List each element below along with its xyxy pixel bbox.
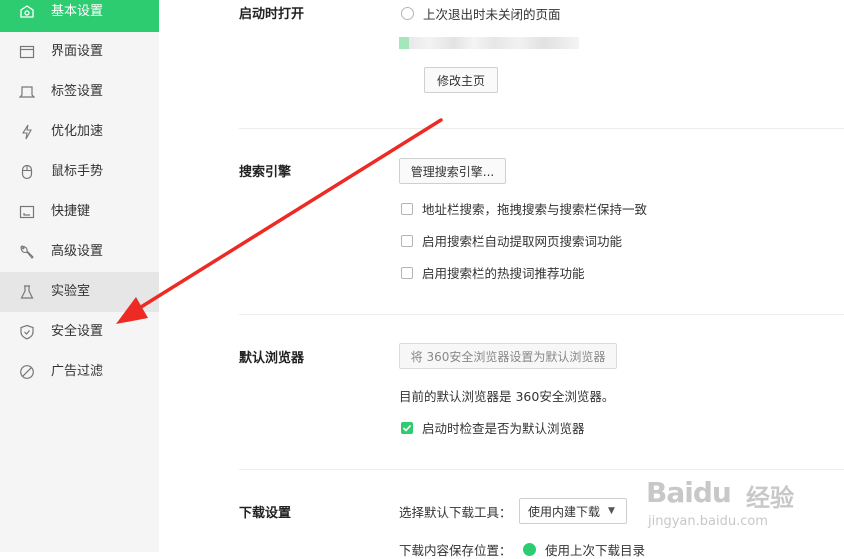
lightning-icon xyxy=(22,124,32,140)
sidebar-item-shortcuts[interactable]: 快捷键 xyxy=(0,192,159,232)
check-default-on-start-checkbox[interactable]: 启动时检查是否为默认浏览器 xyxy=(401,418,585,437)
section-title-startup: 启动时打开 xyxy=(239,7,305,22)
homepage-url-blurred xyxy=(399,37,579,49)
baidu-watermark: Baidu 经验 jingyan.baidu.com xyxy=(646,476,836,536)
restore-pages-radio[interactable]: 上次退出时未关闭的页面 xyxy=(401,4,561,23)
search-sync-checkbox[interactable]: 地址栏搜索，拖拽搜索与搜索栏保持一致 xyxy=(401,199,647,218)
sidebar-item-ui-settings[interactable]: 界面设置 xyxy=(0,32,159,72)
sidebar-item-tab-settings[interactable]: 标签设置 xyxy=(0,72,159,112)
auto-extract-checkbox[interactable]: 启用搜索栏自动提取网页搜索词功能 xyxy=(401,231,622,250)
sidebar-item-label: 界面设置 xyxy=(51,44,104,59)
sidebar-item-label: 高级设置 xyxy=(51,244,104,259)
divider xyxy=(239,128,844,129)
sidebar-item-optimize[interactable]: 优化加速 xyxy=(0,112,159,152)
sidebar-item-label: 鼠标手势 xyxy=(51,164,104,179)
checkbox-box-checked xyxy=(401,421,413,434)
download-tool-label: 选择默认下载工具： xyxy=(399,505,512,520)
change-homepage-button[interactable]: 修改主页 xyxy=(424,67,498,93)
watermark-logo-text: Baidu xyxy=(646,476,732,509)
manage-search-engines-button[interactable]: 管理搜索引擎... xyxy=(399,158,506,184)
download-location-radio[interactable]: 使用上次下载目录 xyxy=(523,540,645,559)
home-icon xyxy=(20,5,34,18)
download-tool-select[interactable]: 使用内建下载 ▼ xyxy=(519,498,627,524)
window-icon xyxy=(19,45,35,59)
sidebar-item-label: 基本设置 xyxy=(51,4,104,19)
watermark-cn-text: 经验 xyxy=(746,484,794,512)
hot-search-checkbox[interactable]: 启用搜索栏的热搜词推荐功能 xyxy=(401,263,585,282)
keyboard-icon xyxy=(19,205,35,219)
checkmark-icon xyxy=(402,424,412,432)
auto-extract-label: 启用搜索栏自动提取网页搜索词功能 xyxy=(422,234,623,249)
sidebar-item-lab[interactable]: 实验室 xyxy=(0,272,159,312)
section-title-default-browser: 默认浏览器 xyxy=(239,351,305,366)
download-location-label: 下载内容保存位置： xyxy=(399,543,512,558)
hot-search-label: 启用搜索栏的热搜词推荐功能 xyxy=(422,266,585,281)
restore-pages-label: 上次退出时未关闭的页面 xyxy=(423,7,561,22)
sidebar-item-label: 实验室 xyxy=(51,284,91,299)
radio-circle-checked xyxy=(523,543,536,556)
sidebar-item-ad-filter[interactable]: 广告过滤 xyxy=(0,352,159,392)
sidebar-item-label: 快捷键 xyxy=(51,204,91,219)
sidebar-item-label: 安全设置 xyxy=(51,324,104,339)
checkbox-box xyxy=(401,202,413,215)
set-default-browser-button[interactable]: 将 360安全浏览器设置为默认浏览器 xyxy=(399,343,617,369)
sidebar-item-basic-settings[interactable]: 基本设置 xyxy=(0,0,159,32)
sidebar-item-label: 广告过滤 xyxy=(51,364,104,379)
sidebar: 基本设置 界面设置 标签设置 优化加速 鼠标手势 快捷键 高级设置 实验室 安全… xyxy=(0,0,159,552)
download-tool-value: 使用内建下载 xyxy=(528,504,601,519)
wrench-icon xyxy=(20,245,34,259)
watermark-url: jingyan.baidu.com xyxy=(648,514,768,529)
sidebar-item-label: 标签设置 xyxy=(51,84,104,99)
search-sync-label: 地址栏搜索，拖拽搜索与搜索栏保持一致 xyxy=(422,202,648,217)
sidebar-item-mouse-gesture[interactable]: 鼠标手势 xyxy=(0,152,159,192)
divider xyxy=(239,314,844,315)
section-title-download: 下载设置 xyxy=(239,506,292,521)
section-title-search-engine: 搜索引擎 xyxy=(239,165,292,180)
tab-icon xyxy=(19,86,35,98)
sidebar-item-label: 优化加速 xyxy=(51,124,104,139)
mouse-icon xyxy=(21,164,33,180)
sidebar-item-advanced[interactable]: 高级设置 xyxy=(0,232,159,272)
sidebar-item-security[interactable]: 安全设置 xyxy=(0,312,159,352)
checkbox-box xyxy=(401,266,413,279)
arrow-shaft xyxy=(131,118,443,314)
chevron-down-icon: ▼ xyxy=(608,506,615,516)
block-icon xyxy=(20,365,34,379)
check-default-on-start-label: 启动时检查是否为默认浏览器 xyxy=(422,421,585,436)
divider xyxy=(239,469,844,470)
flask-icon xyxy=(20,285,34,299)
shield-icon xyxy=(20,324,34,340)
default-browser-status: 目前的默认浏览器是 360安全浏览器。 xyxy=(399,389,615,404)
radio-circle xyxy=(401,7,414,20)
checkbox-box xyxy=(401,234,413,247)
download-location-value: 使用上次下载目录 xyxy=(545,543,646,558)
